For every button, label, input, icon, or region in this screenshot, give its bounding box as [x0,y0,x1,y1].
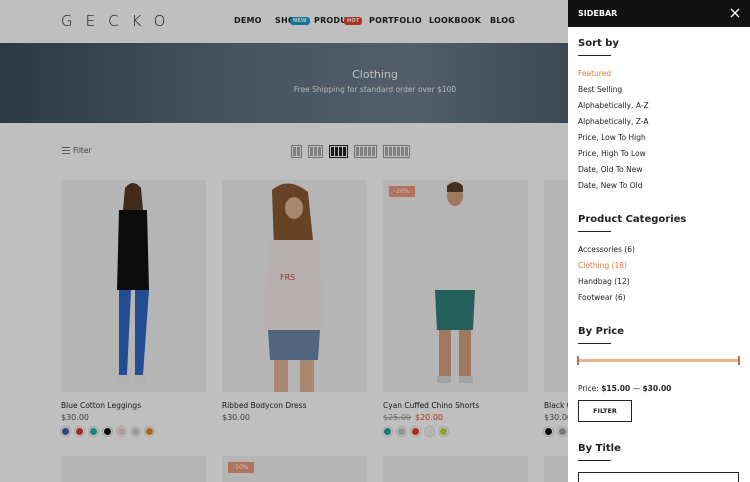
sort-option-best-selling[interactable]: Best Selling [578,85,622,94]
range-max-handle[interactable] [738,356,740,365]
category-clothing[interactable]: Clothing (18) [578,261,627,270]
heading-underline [578,343,611,344]
price-heading: By Price [578,326,625,337]
price-separator: — [632,384,641,393]
title-heading: By Title [578,443,621,454]
category-footwear[interactable]: Footwear (6) [578,293,626,302]
sort-option-date-old-new[interactable]: Date, Old To New [578,165,642,174]
title-search-input[interactable] [578,472,739,482]
price-max: $30.00 [642,384,672,393]
sort-option-alpha-za[interactable]: Alphabetically, Z-A [578,117,649,126]
page: GECKO DEMO SHOP NEW PRODUCT HOT PORTFOLI… [0,0,750,482]
category-accessories[interactable]: Accessories (6) [578,245,635,254]
close-icon[interactable] [730,8,740,20]
sort-option-price-low-high[interactable]: Price, Low To High [578,133,646,142]
sort-option-featured[interactable]: Featured [578,69,611,78]
sidebar-title: SIDEBAR [578,9,618,18]
sort-option-alpha-az[interactable]: Alphabetically, A-Z [578,101,649,110]
sidebar-header: SIDEBAR [568,0,750,27]
price-label: Price: [578,384,599,393]
page-overlay[interactable] [0,0,568,482]
heading-underline [578,231,611,232]
price-min: $15.00 [601,384,631,393]
range-min-handle[interactable] [577,356,579,365]
heading-underline [578,55,611,56]
category-handbag[interactable]: Handbag (12) [578,277,630,286]
sort-option-price-high-low[interactable]: Price, High To Low [578,149,646,158]
heading-underline [578,460,611,461]
filter-button[interactable]: FILTER [578,400,632,422]
sort-heading: Sort by [578,38,619,49]
price-range-slider[interactable] [577,356,740,365]
price-range-text: Price: $15.00 — $30.00 [578,384,671,393]
sort-option-date-new-old[interactable]: Date, New To Old [578,181,642,190]
categories-heading: Product Categories [578,214,687,225]
sidebar-panel: SIDEBAR Sort by Featured Best Selling Al… [568,0,750,482]
